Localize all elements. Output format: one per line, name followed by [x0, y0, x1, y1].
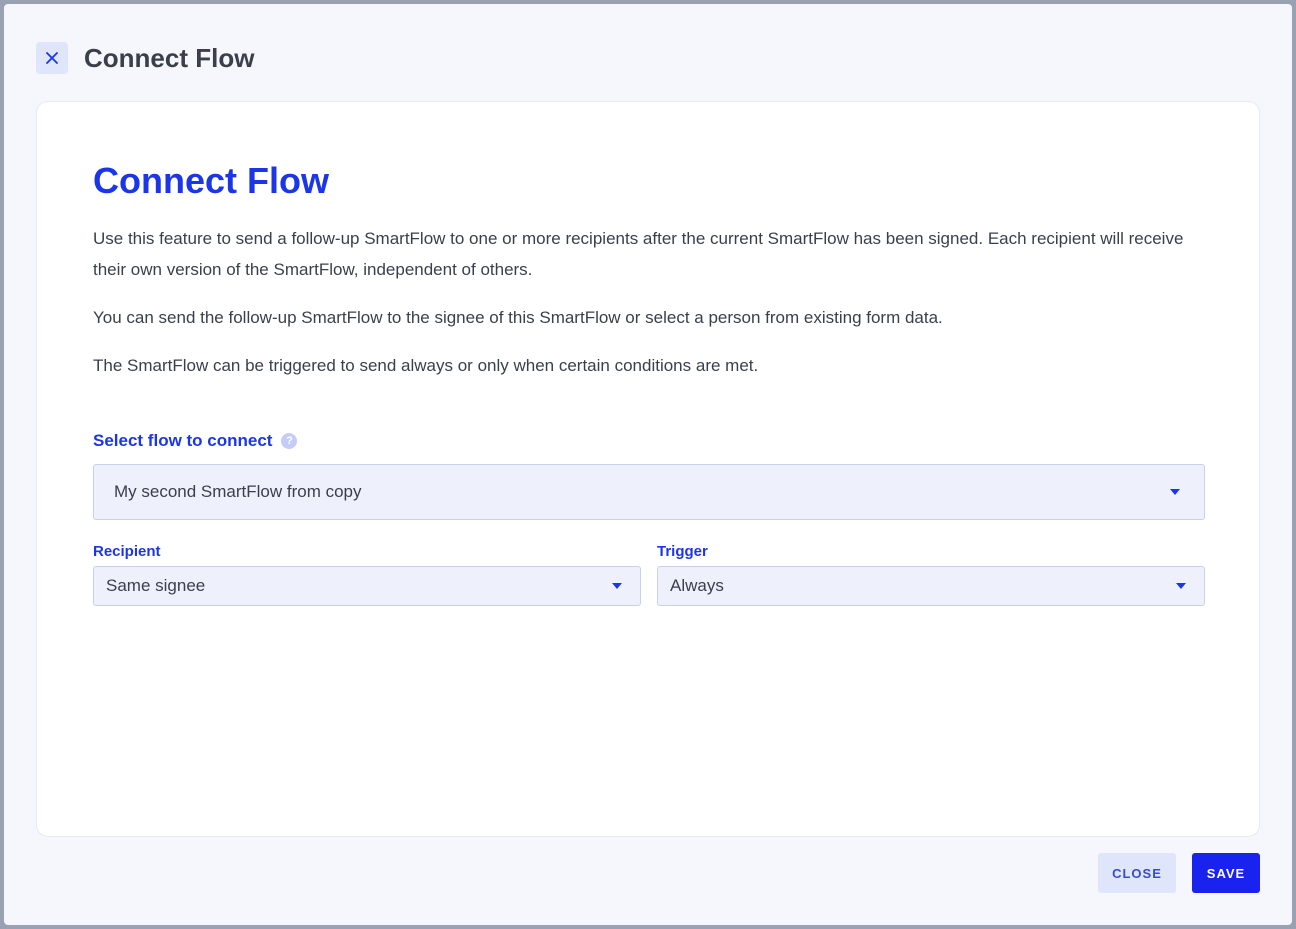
close-icon — [46, 52, 58, 64]
description-paragraph: The SmartFlow can be triggered to send a… — [93, 356, 759, 375]
close-button[interactable]: CLOSE — [1098, 853, 1176, 893]
recipient-select-value: Same signee — [106, 576, 206, 595]
flow-select-label-text: Select flow to connect — [93, 431, 273, 450]
trigger-select[interactable]: Always — [657, 566, 1205, 606]
flow-select-label: Select flow to connect ? — [93, 431, 298, 451]
modal-header: Connect Flow — [36, 42, 254, 74]
flow-select-value: My second SmartFlow from copy — [114, 482, 362, 501]
save-button[interactable]: SAVE — [1192, 853, 1260, 893]
card-title: Connect Flow — [93, 160, 329, 201]
description-paragraph: Use this feature to send a follow-up Sma… — [93, 229, 1184, 279]
chevron-down-icon — [612, 583, 622, 589]
description-paragraph: You can send the follow-up SmartFlow to … — [93, 308, 943, 327]
modal-title: Connect Flow — [84, 42, 255, 73]
trigger-label: Trigger — [657, 543, 708, 560]
chevron-down-icon — [1170, 489, 1180, 495]
help-icon[interactable]: ? — [281, 433, 298, 449]
chevron-down-icon — [1176, 583, 1186, 589]
connect-flow-modal: Connect Flow Connect Flow Use this featu… — [4, 4, 1292, 925]
recipient-label: Recipient — [93, 543, 161, 560]
recipient-select[interactable]: Same signee — [93, 566, 641, 606]
connect-flow-card: Connect Flow Use this feature to send a … — [36, 101, 1260, 837]
flow-select[interactable]: My second SmartFlow from copy — [93, 464, 1205, 520]
trigger-select-value: Always — [670, 576, 724, 595]
header-close-button[interactable] — [36, 42, 68, 74]
